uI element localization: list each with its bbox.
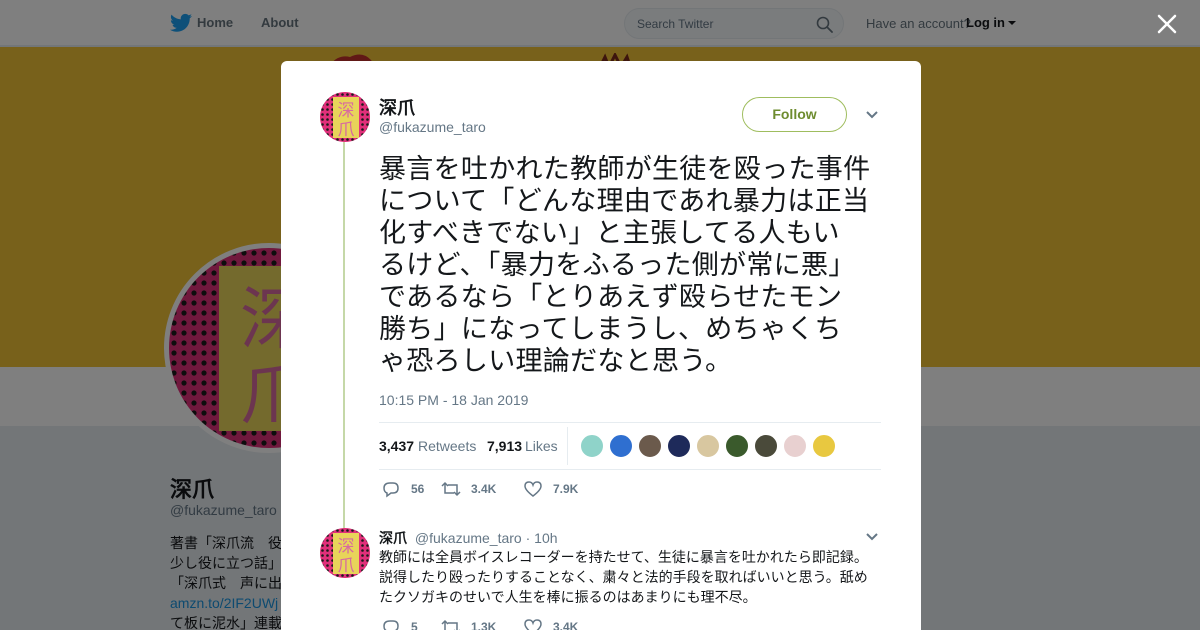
liker-avatar[interactable] (725, 434, 749, 458)
likes-label[interactable]: Likes (525, 438, 558, 454)
liker-avatar[interactable] (783, 434, 807, 458)
reply-like-button[interactable]: 3.4K (523, 618, 578, 630)
reply-actions: 5 1.3K 3.4K (381, 618, 681, 630)
reply-text: 教師には全員ボイスレコーダーを持たせて、生徒に暴言を吐かれたら即記録。 説得した… (379, 547, 879, 607)
retweets-label[interactable]: Retweets (418, 438, 476, 454)
liker-avatar[interactable] (812, 434, 836, 458)
reply-author-handle[interactable]: @fukazume_taro (415, 530, 522, 546)
tweet-author-avatar[interactable]: 深 爪 (320, 92, 370, 142)
tweet-text-line: について「どんな理由であれ暴力は正当 (379, 186, 870, 216)
tweet-author-avatar-image: 深 爪 (320, 92, 370, 142)
reply-author-avatar-image: 深 爪 (320, 528, 370, 578)
stats-divider (567, 427, 568, 465)
reply-time[interactable]: · 10h (526, 530, 558, 546)
reply-icon (383, 482, 399, 498)
chevron-down-icon[interactable] (865, 532, 879, 542)
tweet-text-line: るけど、「暴力をふるった側が常に悪」 (379, 250, 856, 280)
liker-avatar[interactable] (754, 434, 778, 458)
reply-button[interactable]: 56 (381, 480, 424, 498)
avatar-glyph-top: 深 (338, 101, 355, 121)
avatar-glyph-bottom: 爪 (338, 556, 355, 576)
reply-text-line: 教師には全員ボイスレコーダーを持たせて、生徒に暴言を吐かれたら即記録。 (379, 549, 868, 565)
tweet-author-name[interactable]: 深爪 (379, 94, 415, 120)
tweet-modal: 深 爪 深爪 @fukazume_taro Follow 暴言を吐かれた教師が生… (281, 61, 921, 630)
reply-retweet-button[interactable]: 1.3K (441, 618, 496, 630)
retweet-count: 3.4K (471, 482, 497, 496)
reply-author-name[interactable]: 深爪 (379, 530, 407, 546)
chevron-down-icon[interactable] (865, 110, 879, 120)
tweet-text-line: 暴言を吐かれた教師が生徒を殴った事件 (379, 154, 871, 184)
tweet-actions: 56 3.4K 7.9K (381, 480, 681, 502)
heart-icon (524, 619, 542, 630)
reply-like-count: 3.4K (553, 620, 579, 630)
reply-text-line: たクソガキのせいで人生を棒に振るのはあまりにも理不尽。 (379, 589, 757, 605)
retweet-button[interactable]: 3.4K (441, 480, 496, 498)
tweet-text: 暴言を吐かれた教師が生徒を殴った事件 について「どんな理由であれ暴力は正当 化す… (379, 153, 889, 377)
retweet-icon (441, 619, 460, 630)
avatar-glyph-top: 深 (338, 537, 355, 557)
thread-connector-line (343, 141, 345, 561)
retweet-icon (441, 481, 461, 497)
tweet-text-line: 勝ち」になってしまうし、めちゃくち (379, 314, 842, 344)
liker-avatar[interactable] (638, 434, 662, 458)
reply-header: 深爪 @fukazume_taro · 10h (379, 528, 558, 548)
reply-icon (383, 620, 399, 630)
tweet-author-handle[interactable]: @fukazume_taro (379, 119, 486, 135)
like-count: 7.9K (553, 482, 579, 496)
liker-avatar[interactable] (580, 434, 604, 458)
tweet-text-line: 化すべきでない」と主張してる人もい (379, 218, 840, 248)
retweets-count[interactable]: 3,437 (379, 438, 414, 454)
liker-avatar[interactable] (609, 434, 633, 458)
reply-text-line: 説得したり殴ったりすることなく、粛々と法的手段を取ればいいと思う。舐め (379, 569, 868, 585)
reply-count: 56 (411, 482, 425, 496)
liker-avatar[interactable] (667, 434, 691, 458)
tweet-stats: 3,437 Retweets 7,913 Likes (379, 422, 881, 470)
reply-reply-count: 5 (411, 620, 418, 630)
tweet-timestamp[interactable]: 10:15 PM - 18 Jan 2019 (379, 392, 528, 408)
liker-avatar[interactable] (696, 434, 720, 458)
like-button[interactable]: 7.9K (523, 480, 578, 498)
heart-icon (524, 481, 542, 497)
likes-count[interactable]: 7,913 (487, 438, 522, 454)
avatar-glyph-bottom: 爪 (338, 120, 355, 140)
reply-author-avatar[interactable]: 深 爪 (320, 528, 370, 578)
reply-reply-button[interactable]: 5 (381, 618, 418, 630)
follow-button[interactable]: Follow (742, 97, 847, 132)
reply-retweet-count: 1.3K (471, 620, 497, 630)
tweet-text-line: ゃ恐ろしい理論だなと思う。 (379, 346, 733, 376)
tweet-text-line: であるなら「とりあえず殴らせたモン (379, 282, 843, 312)
close-icon[interactable] (1153, 10, 1181, 38)
